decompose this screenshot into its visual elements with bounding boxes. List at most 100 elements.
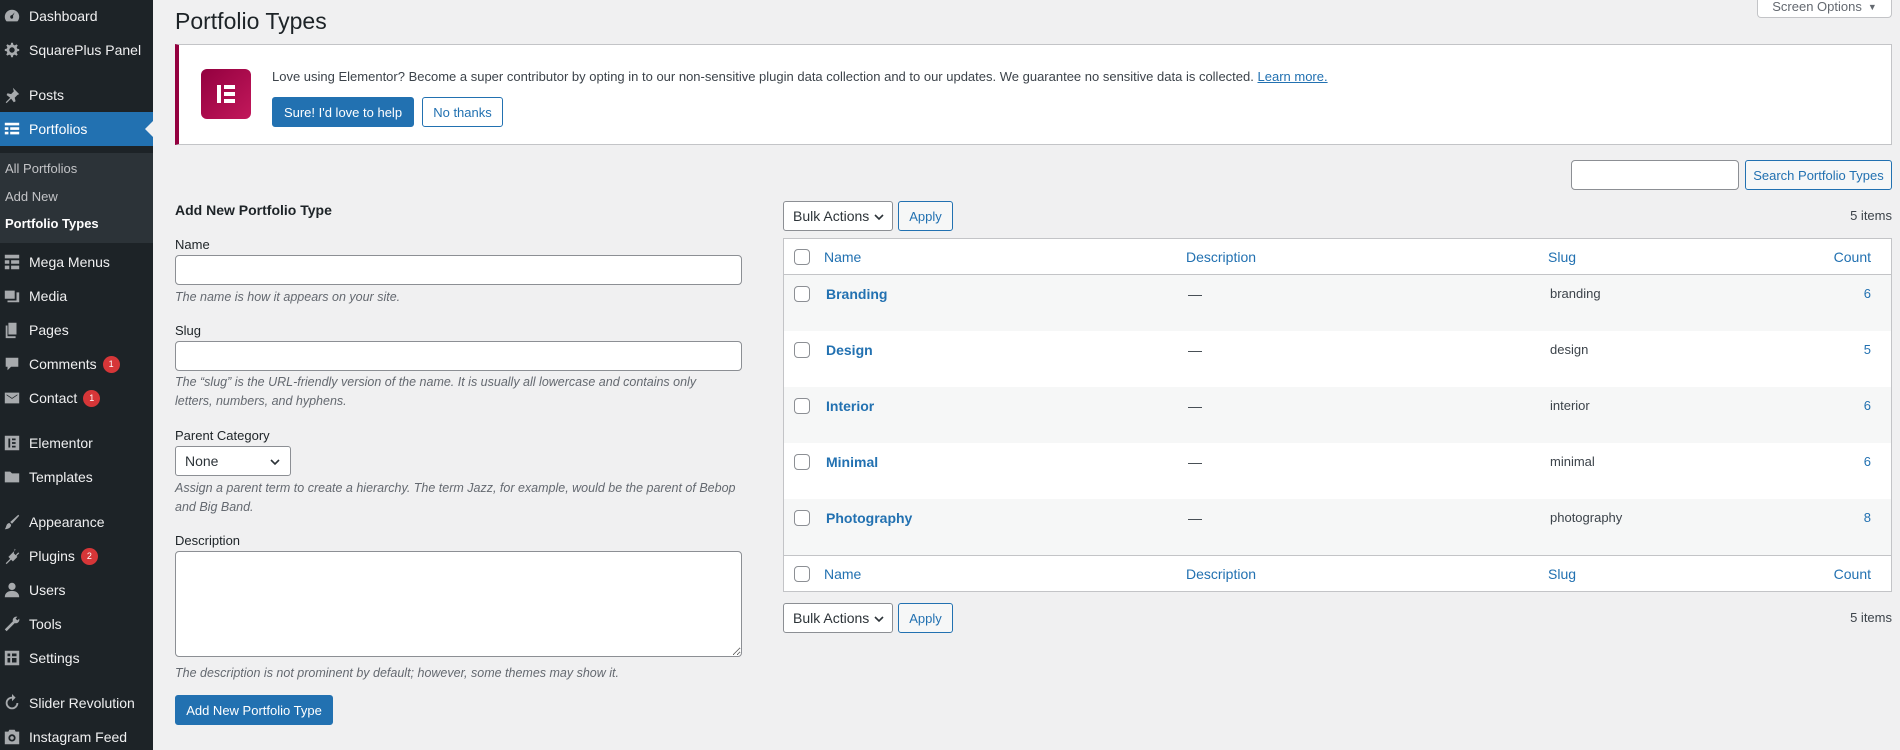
term-count-link[interactable]: 6 — [1864, 454, 1871, 469]
sidebar-item-mega-menus[interactable]: Mega Menus — [0, 245, 153, 279]
learn-more-link[interactable]: Learn more. — [1258, 69, 1328, 84]
sidebar-item-users[interactable]: Users — [0, 573, 153, 607]
chevron-down-icon — [874, 214, 884, 221]
table-row: Design — design 5 — [784, 331, 1891, 387]
column-header-description[interactable]: Description — [1186, 249, 1256, 265]
term-name-link[interactable]: Design — [826, 342, 873, 358]
dashboard-icon — [2, 6, 22, 26]
refresh-icon — [2, 693, 22, 713]
parent-category-value: None — [185, 453, 219, 469]
sidebar-item-templates[interactable]: Templates — [0, 460, 153, 494]
optin-accept-button[interactable]: Sure! I'd love to help — [272, 97, 414, 127]
term-count-link[interactable]: 6 — [1864, 286, 1871, 301]
term-count-link[interactable]: 6 — [1864, 398, 1871, 413]
sidebar-item-elementor[interactable]: Elementor — [0, 426, 153, 460]
term-count-link[interactable]: 5 — [1864, 342, 1871, 357]
sidebar-item-media[interactable]: Media — [0, 279, 153, 313]
sidebar-item-label: Posts — [29, 87, 65, 103]
optin-decline-button[interactable]: No thanks — [422, 97, 503, 127]
column-header-count[interactable]: Count — [1834, 249, 1871, 265]
row-checkbox[interactable] — [794, 398, 810, 414]
wrench-icon — [2, 614, 22, 634]
table-header: Name Description Slug Count — [784, 239, 1891, 275]
pin-icon — [2, 85, 22, 105]
search-portfolio-types-button[interactable]: Search Portfolio Types — [1745, 160, 1892, 190]
select-all-checkbox-footer[interactable] — [794, 566, 810, 582]
sidebar-item-label: Portfolios — [29, 121, 88, 137]
sidebar-item-dashboard[interactable]: Dashboard — [0, 0, 153, 33]
sidebar-item-comments[interactable]: Comments 1 — [0, 347, 153, 381]
term-name-link[interactable]: Branding — [826, 286, 887, 302]
caret-down-icon: ▼ — [1867, 1, 1877, 12]
column-footer-slug[interactable]: Slug — [1548, 566, 1576, 582]
sidebar-item-label: Settings — [29, 650, 80, 666]
term-name-link[interactable]: Minimal — [826, 454, 878, 470]
bulk-actions-value: Bulk Actions — [793, 610, 870, 626]
sidebar-item-label: Contact — [29, 390, 78, 406]
column-footer-name[interactable]: Name — [824, 566, 861, 582]
sidebar-item-label: Users — [29, 582, 66, 598]
name-label: Name — [175, 237, 210, 252]
row-checkbox[interactable] — [794, 454, 810, 470]
sidebar-item-portfolios[interactable]: Portfolios — [0, 112, 153, 146]
user-icon — [2, 580, 22, 600]
submenu-portfolio-types[interactable]: Portfolio Types — [5, 216, 99, 231]
sidebar-item-label: Templates — [29, 469, 93, 485]
column-footer-count[interactable]: Count — [1834, 566, 1871, 582]
sidebar-item-instagram-feed[interactable]: Instagram Feed — [0, 720, 153, 750]
notice-message: Love using Elementor? Become a super con… — [272, 69, 1328, 84]
row-checkbox[interactable] — [794, 510, 810, 526]
sidebar-item-label: Dashboard — [29, 8, 98, 24]
elementor-optin-notice: Love using Elementor? Become a super con… — [175, 44, 1892, 145]
sidebar-item-tools[interactable]: Tools — [0, 607, 153, 641]
submenu-add-new[interactable]: Add New — [5, 189, 58, 204]
apply-button-top[interactable]: Apply — [898, 201, 953, 231]
parent-category-select[interactable]: None — [175, 446, 291, 476]
sidebar-item-label: Tools — [29, 616, 62, 632]
portfolio-icon — [2, 119, 22, 139]
term-name-link[interactable]: Photography — [826, 510, 912, 526]
bulk-actions-select-top[interactable]: Bulk Actions — [783, 201, 893, 231]
sidebar-item-contact[interactable]: Contact 1 — [0, 381, 153, 415]
term-count-link[interactable]: 8 — [1864, 510, 1871, 525]
term-name-link[interactable]: Interior — [826, 398, 874, 414]
select-all-checkbox[interactable] — [794, 249, 810, 265]
column-header-slug[interactable]: Slug — [1548, 249, 1576, 265]
submenu-all-portfolios[interactable]: All Portfolios — [5, 161, 77, 176]
sidebar-item-label: Mega Menus — [29, 254, 110, 270]
comment-icon — [2, 354, 22, 374]
description-textarea[interactable] — [175, 551, 742, 657]
sidebar-item-settings[interactable]: Settings — [0, 641, 153, 675]
notice-text: Love using Elementor? Become a super con… — [272, 69, 1254, 84]
row-checkbox[interactable] — [794, 342, 810, 358]
search-input[interactable] — [1571, 160, 1739, 190]
add-new-portfolio-type-button[interactable]: Add New Portfolio Type — [175, 695, 333, 725]
term-description: — — [1188, 454, 1202, 470]
name-input[interactable] — [175, 255, 742, 285]
sidebar-item-posts[interactable]: Posts — [0, 78, 153, 112]
row-checkbox[interactable] — [794, 286, 810, 302]
column-header-name[interactable]: Name — [824, 249, 861, 265]
page-title: Portfolio Types — [175, 8, 327, 34]
sidebar-item-appearance[interactable]: Appearance — [0, 505, 153, 539]
sidebar-item-label: Instagram Feed — [29, 729, 128, 745]
chevron-down-icon — [270, 459, 280, 466]
sidebar-item-label: Comments — [29, 356, 97, 372]
sidebar-item-pages[interactable]: Pages — [0, 313, 153, 347]
apply-button-bottom[interactable]: Apply — [898, 603, 953, 633]
brush-icon — [2, 512, 22, 532]
table-row: Photography — photography 8 — [784, 499, 1891, 555]
table-row: Interior — interior 6 — [784, 387, 1891, 443]
items-count-bottom: 5 items — [1850, 610, 1892, 625]
sidebar-item-label: Appearance — [29, 514, 105, 530]
sidebar-item-squareplus[interactable]: SquarePlus Panel — [0, 33, 153, 67]
sidebar-item-slider-revolution[interactable]: Slider Revolution — [0, 686, 153, 720]
term-slug: interior — [1550, 398, 1590, 413]
column-footer-description[interactable]: Description — [1186, 566, 1256, 582]
settings-icon — [2, 648, 22, 668]
sidebar-item-plugins[interactable]: Plugins 2 — [0, 539, 153, 573]
screen-options-button[interactable]: Screen Options ▼ — [1757, 0, 1892, 18]
sidebar-item-label: Slider Revolution — [29, 695, 135, 711]
bulk-actions-select-bottom[interactable]: Bulk Actions — [783, 603, 893, 633]
slug-input[interactable] — [175, 341, 742, 371]
